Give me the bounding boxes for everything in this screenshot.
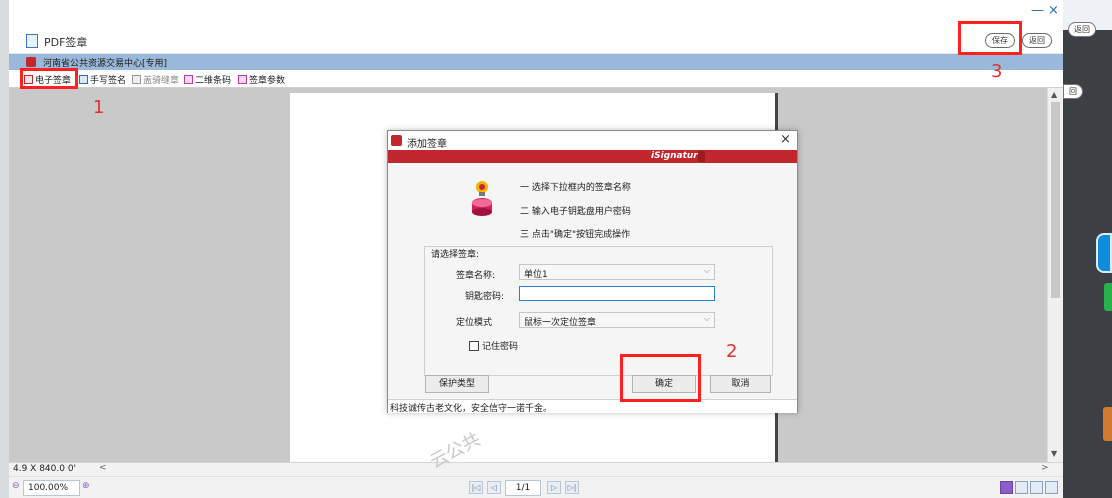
window-title: PDF签章 bbox=[44, 36, 88, 49]
scroll-up-icon[interactable]: ▲ bbox=[1051, 90, 1057, 99]
first-page-icon[interactable]: |◁ bbox=[469, 481, 483, 494]
organization-bar: 河南省公共资源交易中心[专用] bbox=[9, 54, 1063, 70]
cancel-button[interactable]: 取消 bbox=[710, 375, 771, 393]
seal-name-label: 签章名称: bbox=[456, 271, 496, 281]
last-page-icon[interactable]: ▷| bbox=[565, 481, 579, 494]
instruction-step-1: 一 选择下拉框内的签章名称 bbox=[520, 183, 631, 193]
position-mode-label: 定位模式 bbox=[456, 318, 493, 328]
seal-stamp-icon bbox=[472, 181, 492, 216]
qr-code-tool[interactable]: 二维条码 bbox=[184, 73, 231, 86]
remember-password-label: 记住密码 bbox=[482, 342, 519, 352]
background-back-button-2[interactable]: 回 bbox=[1063, 84, 1083, 99]
qrcode-icon bbox=[184, 75, 193, 84]
floating-orange-tab[interactable] bbox=[1103, 407, 1112, 441]
dialog-title-bar: 添加签章 × bbox=[388, 131, 797, 150]
back-button[interactable]: 返回 bbox=[1022, 33, 1052, 48]
coordinate-bar: 4.9 X 840.0 0' < > bbox=[9, 462, 1063, 476]
stamp-icon bbox=[132, 75, 141, 84]
next-page-icon[interactable]: ▷ bbox=[547, 481, 561, 494]
pen-icon bbox=[79, 75, 88, 84]
tool-label: 二维条码 bbox=[195, 76, 232, 86]
instruction-step-2: 二 输入电子钥匙盘用户密码 bbox=[520, 207, 631, 217]
electronic-seal-tool[interactable]: 电子签章 bbox=[24, 73, 71, 86]
dialog-banner: iSignature bbox=[388, 150, 797, 163]
brand-logo: iSignature bbox=[651, 151, 704, 161]
annotation-number-2: 2 bbox=[726, 341, 738, 362]
checkbox-box[interactable] bbox=[469, 340, 479, 351]
thumbnail-view-icon[interactable] bbox=[1045, 481, 1058, 494]
tool-label: 电子签章 bbox=[35, 76, 72, 86]
position-mode-select[interactable]: 鼠标一次定位签章 ⌵ bbox=[519, 312, 715, 328]
pdf-logo-icon bbox=[391, 135, 402, 146]
single-page-view-icon[interactable] bbox=[1000, 481, 1013, 494]
vertical-scrollbar[interactable]: ▲ ▼ bbox=[1047, 88, 1063, 462]
ok-button[interactable]: 确定 bbox=[632, 375, 696, 393]
background-window-edge bbox=[0, 0, 9, 498]
position-mode-value: 鼠标一次定位签章 bbox=[524, 318, 597, 328]
settings-icon bbox=[238, 75, 247, 84]
seal-name-value: 单位1 bbox=[524, 270, 548, 280]
scroll-left-icon[interactable]: < bbox=[99, 463, 107, 473]
floating-green-tab[interactable] bbox=[1104, 283, 1112, 311]
annotation-number-3: 3 bbox=[991, 61, 1003, 82]
facing-view-icon[interactable] bbox=[1030, 481, 1043, 494]
add-seal-dialog: 添加签章 × iSignature 一 选择下拉框内的签章名称 二 输入电子钥匙… bbox=[387, 130, 798, 414]
scroll-down-icon[interactable]: ▼ bbox=[1051, 449, 1057, 458]
cross-page-seal-tool[interactable]: 盖骑缝章 bbox=[132, 73, 179, 86]
zoom-level-field[interactable]: 100.00% bbox=[23, 480, 80, 496]
dialog-close-icon[interactable]: × bbox=[780, 132, 791, 147]
scroll-thumb[interactable] bbox=[1051, 102, 1060, 298]
continuous-view-icon[interactable] bbox=[1015, 481, 1028, 494]
page-indicator[interactable]: 1/1 bbox=[505, 480, 541, 496]
seal-icon bbox=[24, 75, 33, 84]
chevron-down-icon: ⌵ bbox=[703, 314, 710, 323]
chevron-down-icon: ⌵ bbox=[703, 266, 710, 275]
remember-password-checkbox[interactable]: 记住密码 bbox=[469, 339, 518, 352]
close-icon[interactable]: × bbox=[1048, 3, 1059, 18]
group-label: 请选择签章: bbox=[429, 247, 482, 260]
handwritten-signature-tool[interactable]: 手写签名 bbox=[79, 73, 126, 86]
zoom-navigation-bar: ⊖ 100.00% ⊕ |◁ ◁ 1/1 ▷ ▷| bbox=[9, 476, 1063, 498]
minimize-icon[interactable]: — bbox=[1031, 3, 1044, 18]
tool-label: 盖骑缝章 bbox=[143, 76, 180, 86]
zoom-out-icon[interactable]: ⊖ bbox=[12, 481, 20, 491]
background-back-button[interactable]: 返回 bbox=[1068, 22, 1096, 37]
key-password-label: 钥匙密码: bbox=[465, 292, 505, 302]
pdf-document-icon bbox=[26, 34, 38, 48]
scroll-right-icon[interactable]: > bbox=[1041, 463, 1049, 473]
tool-label: 签章参数 bbox=[249, 76, 286, 86]
tool-label: 手写签名 bbox=[90, 76, 127, 86]
dialog-footer-slogan: 科技诚传古老文化，安全信守一诺千金。 bbox=[388, 399, 797, 414]
annotation-number-1: 1 bbox=[93, 97, 105, 118]
seal-name-select[interactable]: 单位1 ⌵ bbox=[519, 264, 715, 280]
save-button[interactable]: 保存 bbox=[985, 33, 1015, 48]
floating-assistant-icon[interactable] bbox=[1096, 233, 1112, 273]
window-topbar: — × bbox=[9, 0, 1063, 28]
pdf-logo-icon bbox=[26, 57, 36, 67]
key-password-input[interactable] bbox=[519, 286, 715, 301]
prev-page-icon[interactable]: ◁ bbox=[487, 481, 501, 494]
title-bar: PDF签章 保存 返回 bbox=[9, 28, 1063, 54]
protect-type-button[interactable]: 保护类型 bbox=[425, 375, 489, 393]
signature-toolbar: 电子签章 手写签名 盖骑缝章 二维条码 签章参数 bbox=[9, 70, 1063, 88]
dialog-title: 添加签章 bbox=[407, 139, 447, 150]
organization-name: 河南省公共资源交易中心[专用] bbox=[43, 59, 168, 69]
coordinate-readout: 4.9 X 840.0 0' bbox=[13, 464, 77, 474]
zoom-in-icon[interactable]: ⊕ bbox=[82, 481, 90, 491]
instruction-step-3: 三 点击"确定"按钮完成操作 bbox=[520, 230, 631, 240]
banner-tab bbox=[698, 151, 705, 162]
seal-settings-tool[interactable]: 签章参数 bbox=[238, 73, 285, 86]
